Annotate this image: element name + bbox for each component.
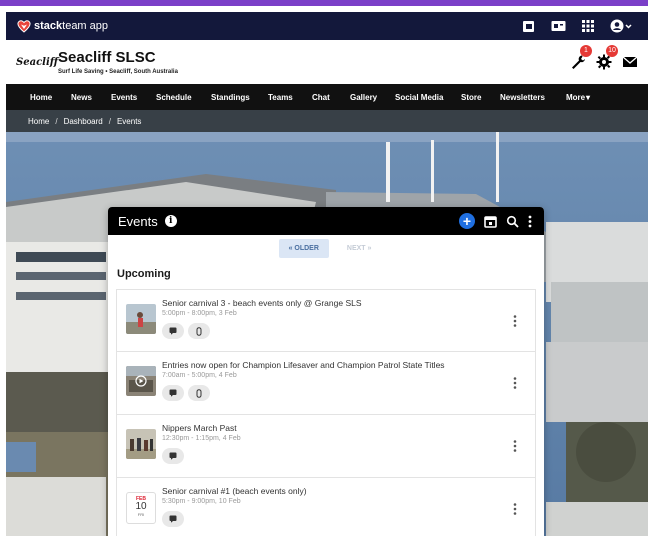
settings-badge: 10 <box>606 45 618 57</box>
tools-badge: 1 <box>580 45 592 57</box>
comment-chip[interactable] <box>162 385 184 401</box>
info-icon[interactable]: i <box>164 215 177 227</box>
apps-grid-icon[interactable] <box>580 18 596 34</box>
nav-item-newsletters[interactable]: Newsletters <box>500 93 545 102</box>
comment-chip[interactable] <box>162 323 184 339</box>
comment-icon <box>169 389 177 397</box>
paperclip-icon <box>196 388 202 398</box>
event-title[interactable]: Senior carnival #1 (beach events only) <box>162 486 307 496</box>
caret-down-icon: ▾ <box>586 92 591 102</box>
older-button[interactable]: « OLDER <box>278 239 329 258</box>
event-more-icon[interactable] <box>513 439 517 453</box>
breadcrumb-separator: / <box>108 116 111 126</box>
add-event-button[interactable]: + <box>459 213 475 229</box>
comment-icon <box>169 452 177 460</box>
stack-logo-icon <box>17 20 31 33</box>
event-more-icon[interactable] <box>513 314 517 328</box>
nav-item-home[interactable]: Home <box>30 93 52 102</box>
event-thumbnail <box>126 366 156 396</box>
event-time: 5:30pm - 9:00pm, 10 Feb <box>162 498 241 505</box>
event-title[interactable]: Senior carnival 3 - beach events only @ … <box>162 298 362 308</box>
date-weekday: FRI <box>137 512 145 517</box>
event-date-tile: FEB 10 FRI <box>126 492 156 524</box>
nav-item-standings[interactable]: Standings <box>211 93 250 102</box>
calendar-icon[interactable] <box>484 215 497 228</box>
comment-chip[interactable] <box>162 511 184 527</box>
event-list: Senior carnival 3 - beach events only @ … <box>116 289 536 536</box>
events-panel-header: Events i + <box>108 207 544 235</box>
nav-item-teams[interactable]: Teams <box>268 93 293 102</box>
document-icon[interactable] <box>520 18 536 34</box>
nav-item-gallery[interactable]: Gallery <box>350 93 377 102</box>
event-time: 7:00am - 5:00pm, 4 Feb <box>162 372 237 379</box>
comment-icon <box>169 327 177 335</box>
plus-icon: + <box>462 213 472 229</box>
event-thumbnail <box>126 304 156 334</box>
attachment-chip[interactable] <box>188 385 210 401</box>
event-title[interactable]: Entries now open for Champion Lifesaver … <box>162 360 445 370</box>
more-vertical-icon[interactable] <box>528 215 532 228</box>
event-thumbnail <box>126 429 156 459</box>
nav-item-social-media[interactable]: Social Media <box>395 93 443 102</box>
nav-item-more[interactable]: More <box>566 93 585 102</box>
event-more-icon[interactable] <box>513 376 517 390</box>
id-card-icon[interactable] <box>550 18 566 34</box>
paperclip-icon <box>196 326 202 336</box>
event-title[interactable]: Nippers March Past <box>162 423 237 433</box>
club-logo[interactable]: Seacliff <box>16 52 58 72</box>
nav-item-store[interactable]: Store <box>461 93 481 102</box>
breadcrumb-dashboard[interactable]: Dashboard <box>64 117 103 126</box>
section-upcoming-label: Upcoming <box>117 268 171 280</box>
next-button: NEXT » <box>346 245 372 252</box>
nav-item-chat[interactable]: Chat <box>312 93 330 102</box>
comment-icon <box>169 515 177 523</box>
event-more-icon[interactable] <box>513 502 517 516</box>
club-logo-text: Seacliff <box>16 56 59 68</box>
app-topbar: stack team app <box>6 12 648 40</box>
tools-button[interactable]: 1 <box>570 45 592 70</box>
search-icon[interactable] <box>506 215 519 228</box>
club-name[interactable]: Seacliff SLSC <box>58 49 178 66</box>
app-brand[interactable]: stack team app <box>16 18 108 34</box>
brand-rest: team app <box>62 20 109 32</box>
nav-item-schedule[interactable]: Schedule <box>156 93 192 102</box>
brand-bold: stack <box>34 20 63 32</box>
attachment-chip[interactable] <box>188 323 210 339</box>
main-nav: Home News Events Schedule Standings Teams Chat… <box>6 84 648 110</box>
settings-button[interactable]: 10 <box>596 45 618 70</box>
event-row[interactable]: FEB 10 FRI Senior carnival #1 (beach eve… <box>116 478 536 536</box>
events-panel: Events i + « OLDER NEXT » Upcoming Senio… <box>108 207 544 536</box>
nav-item-news[interactable]: News <box>71 93 92 102</box>
club-header: Seacliff Seacliff SLSC Surf Life Saving … <box>6 40 648 84</box>
top-accent-strip <box>0 0 648 6</box>
envelope-icon <box>622 56 638 67</box>
comment-chip[interactable] <box>162 448 184 464</box>
events-panel-title: Events <box>118 213 158 229</box>
breadcrumb-home[interactable]: Home <box>28 117 49 126</box>
nav-item-events[interactable]: Events <box>111 93 137 102</box>
messages-button[interactable] <box>622 54 638 70</box>
event-row[interactable]: Nippers March Past 12:30pm - 1:15pm, 4 F… <box>116 415 536 478</box>
event-row[interactable]: Entries now open for Champion Lifesaver … <box>116 352 536 415</box>
event-row[interactable]: Senior carnival 3 - beach events only @ … <box>116 289 536 352</box>
account-menu-icon[interactable] <box>610 18 632 34</box>
breadcrumb-separator: / <box>55 116 58 126</box>
event-time: 5:00pm - 8:00pm, 3 Feb <box>162 310 237 317</box>
pagination: « OLDER NEXT » <box>108 239 544 258</box>
event-time: 12:30pm - 1:15pm, 4 Feb <box>162 435 241 442</box>
date-day: 10 <box>135 501 147 512</box>
club-subtitle: Surf Life Saving • Seacliff, South Austr… <box>58 69 178 75</box>
breadcrumb: Home / Dashboard / Events <box>6 110 648 132</box>
breadcrumb-events: Events <box>116 116 142 126</box>
